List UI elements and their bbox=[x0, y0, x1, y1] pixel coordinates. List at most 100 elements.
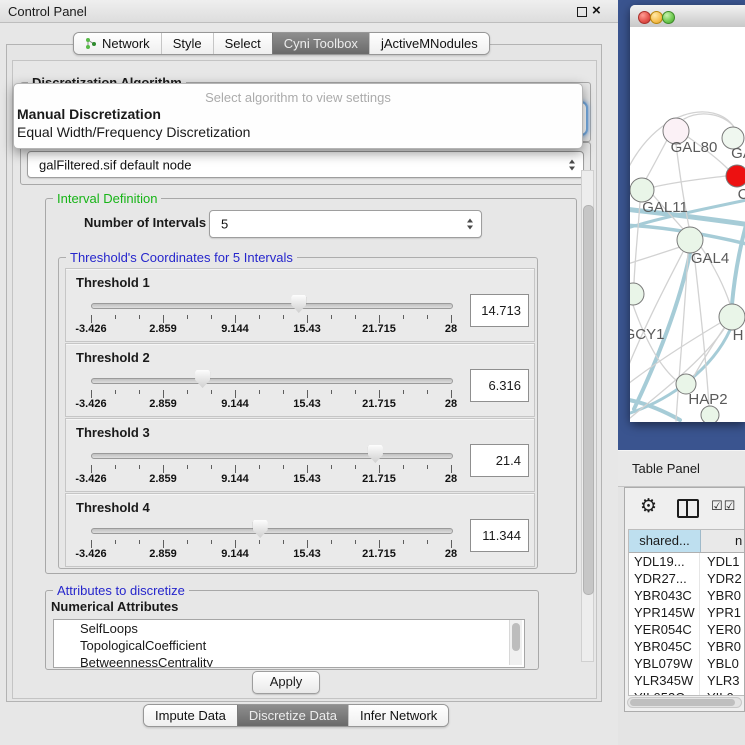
tab-network[interactable]: Network bbox=[74, 33, 161, 54]
panel-vertical-scrollbar[interactable] bbox=[581, 170, 594, 662]
table-cell[interactable]: YIL052C bbox=[629, 689, 700, 696]
table-data-value: galFiltered.sif default node bbox=[39, 157, 191, 172]
network-window-titlebar[interactable] bbox=[630, 5, 745, 28]
attributes-list-scrollbar[interactable] bbox=[509, 620, 522, 665]
tab-style[interactable]: Style bbox=[161, 33, 213, 54]
table-cell[interactable]: YBR0 bbox=[700, 587, 745, 604]
tab-infer-network[interactable]: Infer Network bbox=[348, 705, 448, 726]
table-row[interactable]: YER054CYER0 bbox=[629, 621, 745, 638]
apply-button[interactable]: Apply bbox=[252, 671, 320, 694]
threshold-label: Threshold 2 bbox=[76, 350, 150, 365]
slider-tick bbox=[115, 465, 116, 469]
close-icon[interactable]: × bbox=[592, 2, 601, 19]
threshold-value-field[interactable]: 14.713 bbox=[470, 294, 529, 327]
table-cell[interactable]: YBR043C bbox=[629, 587, 700, 604]
tab-select[interactable]: Select bbox=[213, 33, 272, 54]
float-window-icon[interactable] bbox=[577, 7, 587, 17]
table-row[interactable]: YBL079WYBL0 bbox=[629, 655, 745, 672]
network-node-node[interactable] bbox=[701, 406, 719, 422]
slider-tick bbox=[139, 390, 140, 394]
column-header-selected[interactable]: shared... bbox=[629, 530, 701, 552]
interval-definition-group: Interval Definition Number of Intervals … bbox=[45, 198, 577, 574]
table-cell[interactable]: YDR2 bbox=[700, 570, 745, 587]
slider-tick bbox=[283, 315, 284, 319]
scrollbar-thumb[interactable] bbox=[583, 205, 594, 595]
slider-tick bbox=[355, 465, 356, 469]
node-label: GCY1 bbox=[630, 326, 664, 343]
scrollbar-thumb[interactable] bbox=[512, 623, 520, 651]
slider-tick bbox=[163, 465, 164, 473]
scrollbar-thumb[interactable] bbox=[630, 699, 735, 706]
table-cell[interactable]: YDL1 bbox=[700, 553, 745, 570]
network-node-c-red[interactable] bbox=[726, 165, 745, 187]
algorithm-option[interactable]: Manual Discretization bbox=[17, 106, 161, 122]
table-cell[interactable]: YER054C bbox=[629, 621, 700, 638]
slider-tick bbox=[355, 390, 356, 394]
table-data-select[interactable]: galFiltered.sif default node bbox=[27, 151, 584, 178]
network-canvas[interactable]: GAL80GACGAL11GAL4GCY1HHAP2 bbox=[630, 27, 745, 422]
tab-jactivemnodules[interactable]: jActiveMNodules bbox=[369, 33, 489, 54]
slider-track[interactable] bbox=[91, 378, 453, 384]
tab-discretize-data[interactable]: Discretize Data bbox=[237, 705, 348, 726]
slider-tick bbox=[379, 465, 380, 473]
table-cell[interactable]: YPR1 bbox=[700, 604, 745, 621]
slider-thumb[interactable] bbox=[253, 520, 268, 538]
tab-cyni-toolbox[interactable]: Cyni Toolbox bbox=[272, 33, 369, 54]
slider-tick bbox=[451, 465, 452, 473]
checkboxes-icon[interactable]: ☑☑ bbox=[711, 497, 736, 516]
slider-tick bbox=[283, 465, 284, 469]
threshold-value-field[interactable]: 21.4 bbox=[470, 444, 529, 477]
tab-impute-data[interactable]: Impute Data bbox=[144, 705, 237, 726]
table-horizontal-scrollbar[interactable] bbox=[627, 697, 742, 708]
table-cell[interactable]: YER0 bbox=[700, 621, 745, 638]
table-cell[interactable]: YIL0 bbox=[700, 689, 745, 696]
number-of-intervals-select[interactable]: 5 bbox=[209, 210, 482, 238]
table-cell[interactable]: YLR3 bbox=[700, 672, 745, 689]
slider-tick bbox=[403, 540, 404, 544]
slider-scale-label: 21.715 bbox=[362, 473, 396, 485]
table-row[interactable]: YPR145WYPR1 bbox=[629, 604, 745, 621]
slider-track[interactable] bbox=[91, 303, 453, 309]
network-node-gcy1[interactable] bbox=[630, 283, 644, 305]
table-row[interactable]: YBR043CYBR0 bbox=[629, 587, 745, 604]
slider-tick bbox=[91, 465, 92, 473]
slider-track[interactable] bbox=[91, 453, 453, 459]
table-cell[interactable]: YBR045C bbox=[629, 638, 700, 655]
slider-track[interactable] bbox=[91, 528, 453, 534]
table-cell[interactable]: YBL079W bbox=[629, 655, 700, 672]
table-row[interactable]: YDR27...YDR2 bbox=[629, 570, 745, 587]
threshold-panel: Threshold 4-3.4262.8599.14415.4321.71528… bbox=[65, 493, 535, 567]
algorithm-option[interactable]: Equal Width/Frequency Discretization bbox=[17, 124, 250, 140]
split-columns-icon[interactable] bbox=[677, 499, 699, 518]
threshold-value-field[interactable]: 11.344 bbox=[470, 519, 529, 552]
attribute-item[interactable]: TopologicalCoefficient bbox=[54, 637, 524, 654]
column-header[interactable]: n bbox=[701, 530, 745, 552]
table-row[interactable]: YLR345WYLR3 bbox=[629, 672, 745, 689]
node-table: shared...n YDL19...YDL1YDR27...YDR2YBR04… bbox=[628, 529, 745, 696]
slider-thumb[interactable] bbox=[195, 370, 210, 388]
gear-icon[interactable]: ⚙ bbox=[640, 497, 657, 516]
zoom-traffic-light-icon[interactable] bbox=[662, 11, 675, 24]
table-cell[interactable]: YLR345W bbox=[629, 672, 700, 689]
slider-thumb[interactable] bbox=[291, 295, 306, 313]
slider-scale-label: 21.715 bbox=[362, 323, 396, 335]
threshold-value-field[interactable]: 6.316 bbox=[470, 369, 529, 402]
slider-scale-label: 2.859 bbox=[149, 473, 177, 485]
table-cell[interactable]: YPR145W bbox=[629, 604, 700, 621]
slider-thumb[interactable] bbox=[368, 445, 383, 463]
threshold-panel: Threshold 1-3.4262.8599.14415.4321.71528… bbox=[65, 268, 535, 342]
slider-tick bbox=[187, 390, 188, 394]
slider-tick bbox=[259, 540, 260, 544]
table-cell[interactable]: YDR27... bbox=[629, 570, 700, 587]
network-edge bbox=[684, 114, 734, 127]
table-cell[interactable]: YDL19... bbox=[629, 553, 700, 570]
algorithm-popup: Select algorithm to view settings Manual… bbox=[13, 83, 583, 149]
table-row[interactable]: YIL052CYIL0 bbox=[629, 689, 745, 696]
table-row[interactable]: YBR045CYBR0 bbox=[629, 638, 745, 655]
table-cell[interactable]: YBR0 bbox=[700, 638, 745, 655]
attribute-item[interactable]: BetweennessCentrality bbox=[54, 654, 524, 668]
table-row[interactable]: YDL19...YDL1 bbox=[629, 553, 745, 570]
table-cell[interactable]: YBL0 bbox=[700, 655, 745, 672]
attribute-item[interactable]: SelfLoops bbox=[54, 620, 524, 637]
numerical-attributes-label: Numerical Attributes bbox=[51, 599, 178, 614]
